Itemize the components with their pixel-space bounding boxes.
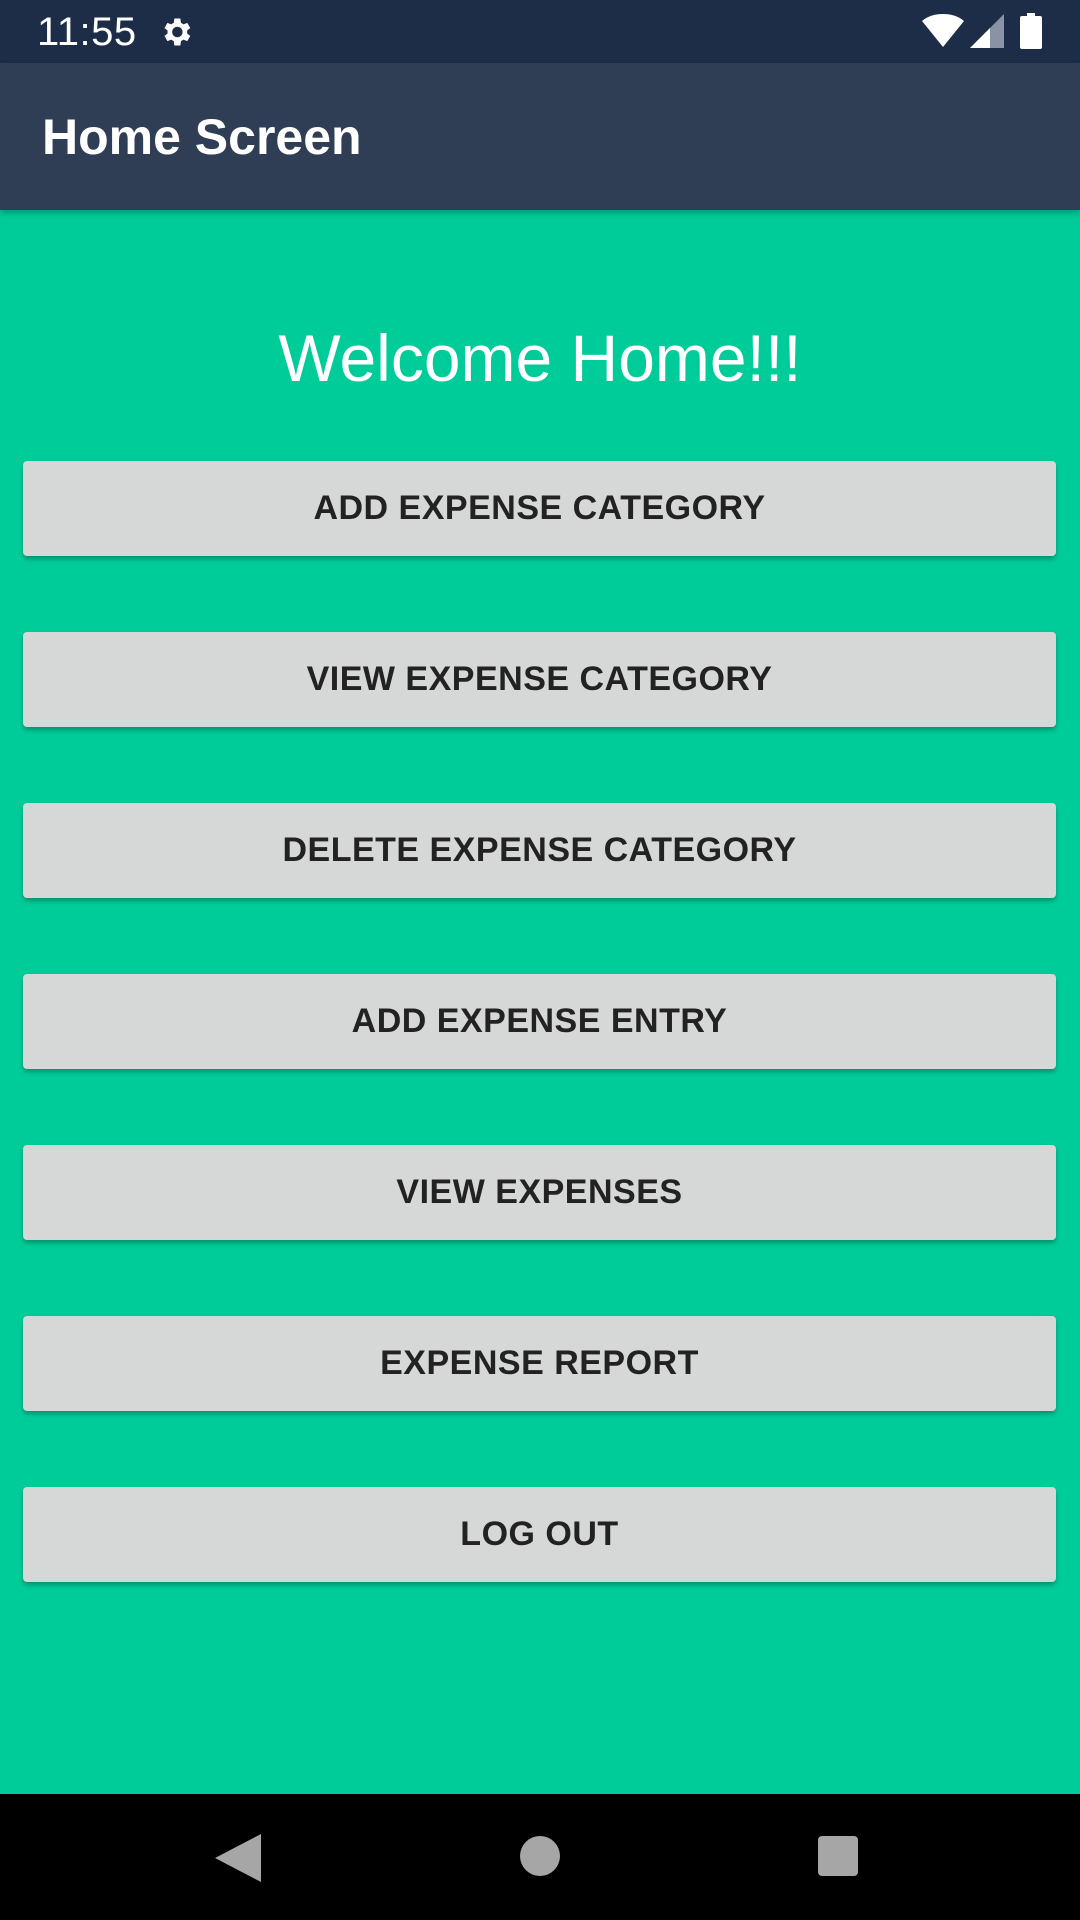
app-title: Home Screen [42, 109, 362, 165]
home-icon[interactable] [520, 1836, 560, 1876]
log-out-button[interactable]: LOG OUT [23, 1487, 1056, 1582]
add-expense-category-button[interactable]: ADD EXPENSE CATEGORY [23, 461, 1056, 556]
status-bar: 11:55 [0, 0, 1080, 63]
app-bar: Home Screen [0, 63, 1080, 210]
status-time: 11:55 [37, 10, 137, 54]
recents-icon[interactable] [818, 1836, 858, 1876]
delete-expense-category-button[interactable]: DELETE EXPENSE CATEGORY [23, 803, 1056, 898]
battery-icon [1020, 13, 1042, 49]
home-screen: 11:55 Home Screen Welcome Home!!! ADD EX… [0, 0, 1080, 1920]
add-expense-entry-button[interactable]: ADD EXPENSE ENTRY [23, 974, 1056, 1069]
cell-signal-icon [970, 14, 1004, 48]
back-icon[interactable] [215, 1834, 261, 1882]
view-expenses-button[interactable]: VIEW EXPENSES [23, 1145, 1056, 1240]
settings-gear-icon [164, 18, 191, 46]
view-expense-category-button[interactable]: VIEW EXPENSE CATEGORY [23, 632, 1056, 727]
navigation-bar [0, 1794, 1080, 1920]
welcome-heading: Welcome Home!!! [278, 321, 802, 395]
wifi-icon [922, 14, 964, 47]
expense-report-button[interactable]: EXPENSE REPORT [23, 1316, 1056, 1411]
